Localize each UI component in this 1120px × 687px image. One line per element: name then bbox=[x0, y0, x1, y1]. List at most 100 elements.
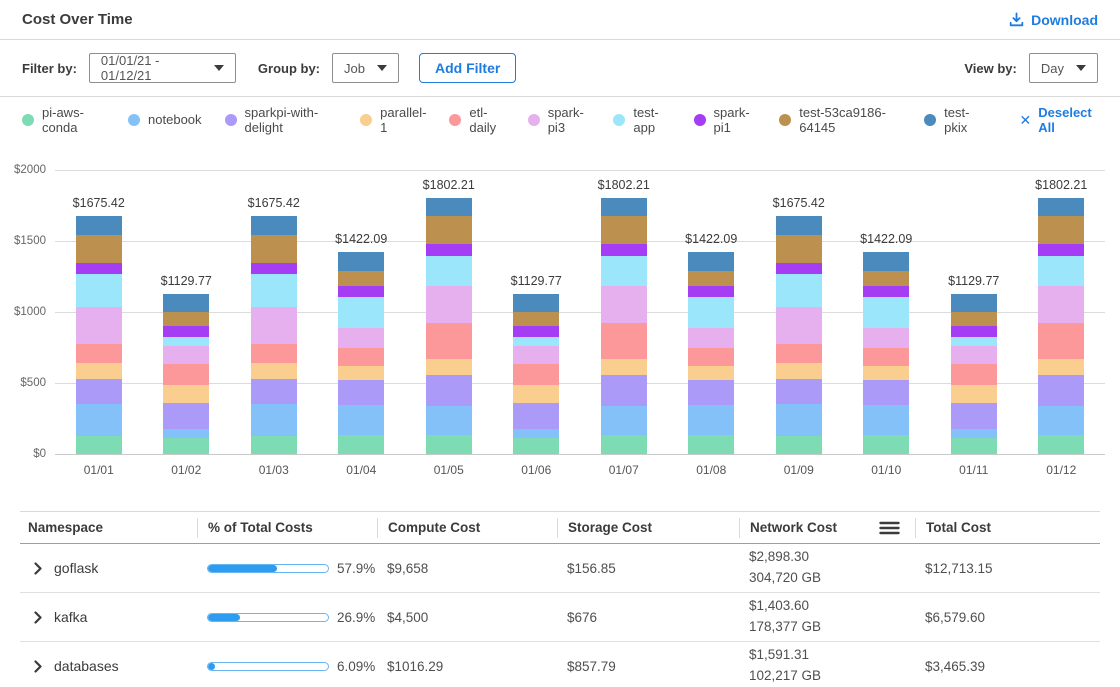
column-header-compute[interactable]: Compute Cost bbox=[377, 518, 557, 538]
bar-segment-parallel-1[interactable] bbox=[76, 363, 122, 379]
bar-segment-notebook[interactable] bbox=[863, 405, 909, 435]
bar-segment-etl-daily[interactable] bbox=[776, 344, 822, 363]
bar-segment-test-pkix[interactable] bbox=[426, 198, 472, 216]
bar-segment-test-pkix[interactable] bbox=[951, 294, 997, 312]
bar-segment-parallel-1[interactable] bbox=[338, 366, 384, 380]
expand-chevron-icon[interactable] bbox=[34, 562, 43, 575]
stacked-bar-01/06[interactable] bbox=[513, 294, 559, 454]
bar-segment-parallel-1[interactable] bbox=[863, 366, 909, 380]
bar-segment-parallel-1[interactable] bbox=[251, 363, 297, 379]
bar-segment-sparkpi-with-delight[interactable] bbox=[338, 380, 384, 405]
bar-segment-etl-daily[interactable] bbox=[426, 323, 472, 359]
bar-segment-parallel-1[interactable] bbox=[426, 359, 472, 375]
stacked-bar-01/09[interactable] bbox=[776, 216, 822, 454]
bar-segment-spark-pi3[interactable] bbox=[251, 307, 297, 344]
bar-segment-etl-daily[interactable] bbox=[1038, 323, 1084, 359]
bar-segment-spark-pi3[interactable] bbox=[513, 346, 559, 364]
bar-segment-test-pkix[interactable] bbox=[863, 252, 909, 271]
legend-item-test-53ca9186-64145[interactable]: test-53ca9186-64145 bbox=[779, 105, 901, 135]
bar-segment-notebook[interactable] bbox=[1038, 406, 1084, 435]
bar-segment-sparkpi-with-delight[interactable] bbox=[776, 379, 822, 404]
bar-segment-test-pkix[interactable] bbox=[688, 252, 734, 271]
stacked-bar-01/03[interactable] bbox=[251, 216, 297, 454]
bar-segment-spark-pi3[interactable] bbox=[163, 346, 209, 364]
bar-segment-test-app[interactable] bbox=[513, 337, 559, 346]
bar-segment-notebook[interactable] bbox=[338, 405, 384, 435]
bar-segment-spark-pi1[interactable] bbox=[688, 286, 734, 297]
bar-segment-test-app[interactable] bbox=[951, 337, 997, 346]
bar-segment-etl-daily[interactable] bbox=[688, 348, 734, 367]
bar-segment-parallel-1[interactable] bbox=[951, 385, 997, 403]
legend-item-test-app[interactable]: test-app bbox=[613, 105, 670, 135]
bar-segment-test-53ca9186-64145[interactable] bbox=[951, 312, 997, 326]
bar-segment-spark-pi1[interactable] bbox=[776, 263, 822, 274]
bar-segment-pi-aws-conda[interactable] bbox=[951, 438, 997, 454]
bar-segment-pi-aws-conda[interactable] bbox=[863, 435, 909, 454]
bar-segment-test-pkix[interactable] bbox=[1038, 198, 1084, 216]
stacked-bar-01/02[interactable] bbox=[163, 294, 209, 454]
bar-segment-pi-aws-conda[interactable] bbox=[688, 435, 734, 454]
bar-segment-spark-pi1[interactable] bbox=[163, 326, 209, 337]
bar-segment-test-pkix[interactable] bbox=[776, 216, 822, 235]
bar-segment-spark-pi3[interactable] bbox=[601, 286, 647, 324]
bar-segment-parallel-1[interactable] bbox=[1038, 359, 1084, 375]
add-filter-button[interactable]: Add Filter bbox=[419, 53, 516, 83]
bar-segment-test-pkix[interactable] bbox=[76, 216, 122, 235]
bar-segment-spark-pi3[interactable] bbox=[688, 328, 734, 348]
legend-item-test-pkix[interactable]: test-pkix bbox=[924, 105, 982, 135]
bar-segment-test-53ca9186-64145[interactable] bbox=[163, 312, 209, 326]
bar-segment-test-pkix[interactable] bbox=[163, 294, 209, 312]
bar-segment-test-app[interactable] bbox=[688, 297, 734, 328]
bar-segment-test-53ca9186-64145[interactable] bbox=[251, 235, 297, 263]
bar-segment-test-53ca9186-64145[interactable] bbox=[776, 235, 822, 263]
column-header-percent[interactable]: % of Total Costs bbox=[197, 518, 377, 538]
stacked-bar-01/10[interactable] bbox=[863, 252, 909, 454]
bar-segment-spark-pi3[interactable] bbox=[951, 346, 997, 364]
bar-segment-etl-daily[interactable] bbox=[951, 364, 997, 386]
bar-segment-test-app[interactable] bbox=[163, 337, 209, 346]
bar-segment-spark-pi1[interactable] bbox=[426, 244, 472, 256]
legend-item-parallel-1[interactable]: parallel-1 bbox=[360, 105, 426, 135]
bar-segment-notebook[interactable] bbox=[776, 404, 822, 436]
date-range-select[interactable]: 01/01/21 - 01/12/21 bbox=[89, 53, 236, 83]
deselect-all-button[interactable]: ✕ Deselect All bbox=[1020, 105, 1098, 135]
bar-segment-pi-aws-conda[interactable] bbox=[251, 436, 297, 454]
bar-segment-sparkpi-with-delight[interactable] bbox=[1038, 375, 1084, 406]
bar-segment-notebook[interactable] bbox=[76, 404, 122, 436]
bar-segment-parallel-1[interactable] bbox=[163, 385, 209, 403]
bar-segment-test-53ca9186-64145[interactable] bbox=[688, 271, 734, 286]
legend-item-spark-pi1[interactable]: spark-pi1 bbox=[694, 105, 757, 135]
group-by-select[interactable]: Job bbox=[332, 53, 399, 83]
bar-segment-pi-aws-conda[interactable] bbox=[601, 435, 647, 454]
bar-segment-etl-daily[interactable] bbox=[601, 323, 647, 359]
bar-segment-pi-aws-conda[interactable] bbox=[338, 435, 384, 454]
bar-segment-test-53ca9186-64145[interactable] bbox=[513, 312, 559, 326]
bar-segment-pi-aws-conda[interactable] bbox=[776, 436, 822, 454]
bar-segment-etl-daily[interactable] bbox=[251, 344, 297, 363]
bar-segment-etl-daily[interactable] bbox=[338, 348, 384, 367]
namespace-cell[interactable]: goflask bbox=[20, 560, 197, 576]
bar-segment-sparkpi-with-delight[interactable] bbox=[688, 380, 734, 405]
bar-segment-sparkpi-with-delight[interactable] bbox=[76, 379, 122, 404]
bar-segment-etl-daily[interactable] bbox=[76, 344, 122, 363]
bar-segment-test-app[interactable] bbox=[601, 256, 647, 286]
bar-segment-spark-pi1[interactable] bbox=[251, 263, 297, 274]
expand-chevron-icon[interactable] bbox=[34, 611, 43, 624]
bar-segment-test-53ca9186-64145[interactable] bbox=[601, 216, 647, 243]
bar-segment-test-53ca9186-64145[interactable] bbox=[76, 235, 122, 263]
bar-segment-parallel-1[interactable] bbox=[688, 366, 734, 380]
bar-segment-sparkpi-with-delight[interactable] bbox=[426, 375, 472, 406]
bar-segment-parallel-1[interactable] bbox=[776, 363, 822, 379]
bar-segment-test-53ca9186-64145[interactable] bbox=[338, 271, 384, 286]
column-header-total[interactable]: Total Cost bbox=[915, 518, 1100, 538]
bar-segment-test-app[interactable] bbox=[251, 274, 297, 307]
bar-segment-notebook[interactable] bbox=[513, 429, 559, 438]
stacked-bar-01/11[interactable] bbox=[951, 294, 997, 454]
bar-segment-parallel-1[interactable] bbox=[601, 359, 647, 375]
bar-segment-spark-pi3[interactable] bbox=[863, 328, 909, 348]
bar-segment-pi-aws-conda[interactable] bbox=[163, 438, 209, 454]
stacked-bar-01/04[interactable] bbox=[338, 252, 384, 454]
stacked-bar-01/01[interactable] bbox=[76, 216, 122, 454]
bar-segment-notebook[interactable] bbox=[251, 404, 297, 436]
namespace-cell[interactable]: kafka bbox=[20, 609, 197, 625]
